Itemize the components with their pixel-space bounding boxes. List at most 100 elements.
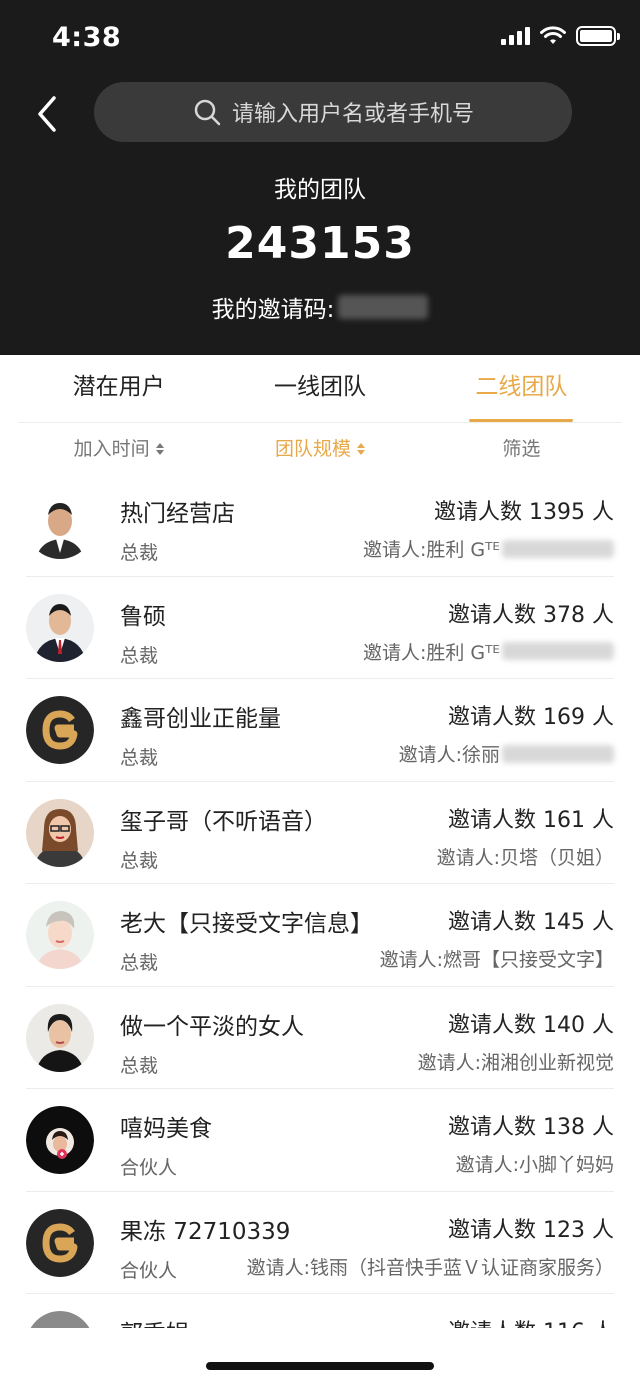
member-role: 总裁	[120, 542, 159, 564]
woman-photo-icon	[26, 1003, 94, 1072]
member-role: 总裁	[120, 952, 159, 974]
list-item[interactable]: 果冻 72710339 合伙人 邀请人数 123 人 邀请人:钱雨（抖音快手蓝Ｖ…	[26, 1192, 614, 1294]
invite-count: 邀请人数 145 人	[448, 910, 614, 935]
inviter: 邀请人:湘湘创业新视觉	[418, 1048, 614, 1075]
tab-potential-users[interactable]: 潜在用户	[18, 355, 219, 422]
member-name: 鑫哥创业正能量	[120, 706, 281, 732]
sort-team-size-label: 团队规模	[274, 438, 351, 460]
team-count: 243153	[225, 218, 415, 269]
avatar	[26, 1003, 94, 1072]
team-label: 我的团队	[274, 177, 366, 203]
member-role: 总裁	[120, 747, 159, 769]
inviter-text: 邀请人:湘湘创业新视觉	[417, 1051, 614, 1074]
search-input[interactable]: 请输入用户名或者手机号	[94, 82, 572, 142]
battery-icon	[576, 26, 620, 46]
home-indicator[interactable]	[206, 1362, 434, 1370]
team-tabs: 潜在用户 一线团队 二线团队	[18, 355, 622, 423]
member-role: 总裁	[120, 1054, 159, 1077]
invite-count: 邀请人数 140 人	[448, 1012, 614, 1038]
inviter-text: 邀请人:胜利 Gᵀᴱ	[362, 539, 500, 561]
invite-count: 邀请人数 1395 人	[434, 500, 614, 525]
member-role: 总裁	[120, 644, 159, 667]
member-list: 热门经营店 总裁 邀请人数 1395 人 邀请人:胜利 Gᵀᴱ 鲁硕 总裁 邀请…	[0, 474, 640, 1328]
sort-arrows-icon	[155, 443, 164, 455]
inviter: 邀请人:小脚丫妈妈	[456, 1150, 614, 1177]
signal-icon	[501, 27, 530, 45]
inviter-text: 邀请人:燃哥【只接受文字】	[379, 949, 614, 971]
redacted-text	[502, 539, 614, 558]
inviter-text: 邀请人:贝塔（贝姐）	[436, 846, 614, 869]
filter-label: 筛选	[502, 438, 541, 460]
redacted-text	[502, 642, 614, 660]
sort-join-time[interactable]: 加入时间	[18, 424, 219, 474]
member-name: 鲁硕	[120, 603, 166, 630]
invite-count: 邀请人数 116 人	[448, 1314, 614, 1328]
inviter-text: 邀请人:钱雨（抖音快手蓝Ｖ认证商家服务）	[246, 1256, 614, 1279]
avatar	[26, 1208, 94, 1277]
list-item[interactable]: 热门经营店 总裁 邀请人数 1395 人 邀请人:胜利 Gᵀᴱ	[26, 474, 614, 577]
header: 4:38 请输入用户名或者手机号 我的团队 243153 我的邀请码:	[0, 0, 640, 355]
sort-bar: 加入时间 团队规模 筛选	[18, 424, 622, 474]
sort-join-time-label: 加入时间	[73, 438, 150, 460]
member-name: 老大【只接受文字信息】	[120, 911, 373, 937]
invite-count: 邀请人数 138 人	[448, 1115, 614, 1140]
inviter: 邀请人:燃哥【只接受文字】	[380, 945, 614, 972]
list-item[interactable]: 嘻妈美食 合伙人 邀请人数 138 人 邀请人:小脚丫妈妈	[26, 1089, 614, 1192]
photo-avatar-icon	[26, 1106, 94, 1174]
avatar	[26, 491, 94, 559]
avatar	[26, 1311, 94, 1328]
sort-team-size[interactable]: 团队规模	[219, 424, 420, 474]
avatar	[26, 696, 94, 764]
tab-first-line-team[interactable]: 一线团队	[219, 355, 420, 422]
inviter: 邀请人:贝塔（贝姐）	[437, 843, 614, 870]
member-role: 总裁	[120, 849, 159, 872]
member-name: 郭秀娟	[120, 1314, 189, 1328]
search-placeholder: 请输入用户名或者手机号	[231, 102, 474, 127]
list-item[interactable]: 做一个平淡的女人 总裁 邀请人数 140 人 邀请人:湘湘创业新视觉	[26, 987, 614, 1089]
woman-photo-icon	[26, 798, 94, 867]
invite-count: 邀请人数 169 人	[448, 705, 614, 730]
list-item[interactable]: 老大【只接受文字信息】 总裁 邀请人数 145 人 邀请人:燃哥【只接受文字】	[26, 884, 614, 987]
avatar	[26, 901, 94, 969]
sort-arrows-icon	[357, 443, 365, 455]
list-item[interactable]: 鲁硕 总裁 邀请人数 378 人 邀请人:胜利 Gᵀᴱ	[26, 577, 614, 679]
avatar	[26, 798, 94, 867]
member-name: 嘻妈美食	[120, 1116, 212, 1142]
inviter-text: 邀请人:小脚丫妈妈	[455, 1154, 614, 1176]
inviter: 邀请人:钱雨（抖音快手蓝Ｖ认证商家服务）	[247, 1253, 614, 1280]
man-photo-icon	[26, 491, 94, 559]
wifi-icon	[540, 26, 566, 44]
g-logo-icon	[26, 1208, 94, 1277]
g-logo-icon	[26, 696, 94, 764]
back-button[interactable]	[30, 92, 70, 136]
woman-photo-icon	[26, 901, 94, 969]
member-name: 热门经营店	[120, 501, 235, 527]
avatar	[26, 593, 94, 662]
list-item[interactable]: 玺子哥（不听语音） 总裁 邀请人数 161 人 邀请人:贝塔（贝姐）	[26, 782, 614, 884]
chevron-left-icon	[38, 96, 56, 132]
redacted-text	[502, 744, 614, 763]
member-role: 合伙人	[120, 1157, 178, 1179]
list-item[interactable]: 鑫哥创业正能量 总裁 邀请人数 169 人 邀请人:徐丽	[26, 679, 614, 782]
inviter-text: 邀请人:胜利 Gᵀᴱ	[362, 641, 500, 664]
tab-second-line-team[interactable]: 二线团队	[421, 355, 622, 422]
filter-button[interactable]: 筛选	[421, 424, 622, 474]
invite-count: 邀请人数 123 人	[448, 1217, 614, 1243]
list-item[interactable]: 郭秀娟 邀请人数 116 人	[26, 1294, 614, 1328]
inviter-text: 邀请人:徐丽	[398, 744, 500, 766]
inviter: 邀请人:徐丽	[399, 740, 614, 767]
member-name: 做一个平淡的女人	[120, 1013, 304, 1040]
inviter: 邀请人:胜利 Gᵀᴱ	[363, 638, 614, 665]
invite-code-row: 我的邀请码:	[0, 290, 640, 324]
member-name: 果冻 72710339	[120, 1218, 291, 1245]
invite-count: 邀请人数 161 人	[448, 807, 614, 833]
search-icon	[194, 99, 221, 126]
photo-avatar-icon	[30, 1311, 90, 1328]
status-icons	[501, 26, 620, 46]
invite-label: 我的邀请码:	[211, 297, 335, 323]
avatar	[26, 1106, 94, 1174]
inviter: 邀请人:胜利 Gᵀᴱ	[363, 535, 614, 562]
invite-code-redacted	[338, 295, 429, 319]
status-time: 4:38	[52, 22, 122, 53]
invite-count: 邀请人数 378 人	[448, 602, 614, 628]
